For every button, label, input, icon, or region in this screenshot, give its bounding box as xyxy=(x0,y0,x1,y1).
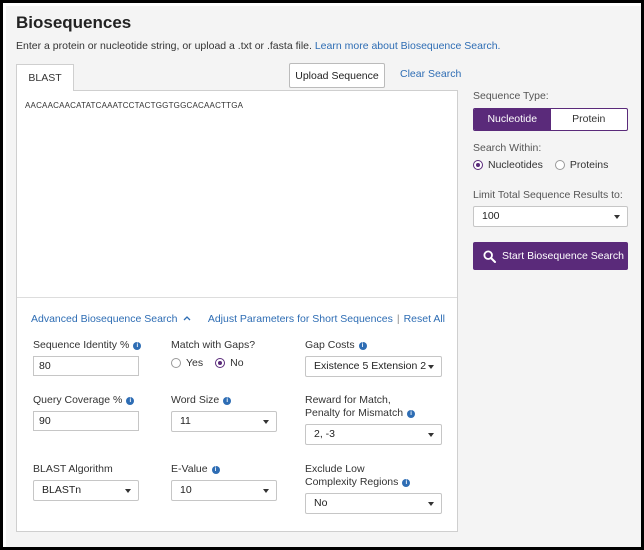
penalty-label-line2: Penalty for Mismatch xyxy=(305,407,404,419)
match-with-gaps-label: Match with Gaps? xyxy=(171,339,256,351)
blast-algorithm-value: BLASTn xyxy=(42,484,82,496)
chevron-down-icon xyxy=(428,365,434,369)
info-icon[interactable]: i xyxy=(211,466,220,474)
divider xyxy=(17,297,457,298)
exclude-label-line1: Exclude Low xyxy=(305,463,365,475)
reward-penalty-label: Reward for Match, Penalty for Mismatch i xyxy=(305,394,416,420)
adjust-parameters-link[interactable]: Adjust Parameters for Short Sequences xyxy=(208,313,393,325)
subtitle-text: Enter a protein or nucleotide string, or… xyxy=(16,40,312,52)
tab-blast[interactable]: BLAST xyxy=(16,64,74,91)
page-title: Biosequences xyxy=(16,13,132,32)
chevron-down-icon xyxy=(263,420,269,424)
radio-nucleotides[interactable] xyxy=(473,160,483,170)
info-icon[interactable]: i xyxy=(402,479,411,487)
advanced-search-toggle[interactable]: Advanced Biosequence Search xyxy=(31,313,191,325)
reset-all-link[interactable]: Reset All xyxy=(404,313,445,325)
query-coverage-input[interactable]: 90 xyxy=(33,411,139,431)
search-icon xyxy=(483,249,496,263)
info-icon[interactable]: i xyxy=(133,342,142,350)
blast-algorithm-select[interactable]: BLASTn xyxy=(33,480,139,501)
e-value-value: 10 xyxy=(180,484,192,496)
exclude-low-label: Exclude Low Complexity Regions i xyxy=(305,463,411,489)
blast-algorithm-label: BLAST Algorithm xyxy=(33,463,113,475)
sequence-type-label: Sequence Type: xyxy=(473,90,549,102)
sequence-identity-label-text: Sequence Identity % xyxy=(33,339,130,351)
info-icon[interactable]: i xyxy=(407,410,416,418)
info-icon[interactable]: i xyxy=(358,342,367,350)
radio-proteins-label: Proteins xyxy=(569,159,609,171)
info-icon[interactable]: i xyxy=(126,397,135,405)
e-value-label: E-Value i xyxy=(171,463,220,476)
reward-penalty-select[interactable]: 2, -3 xyxy=(305,424,442,445)
chevron-down-icon xyxy=(614,215,620,219)
reward-label-line1: Reward for Match, xyxy=(305,394,391,406)
gap-costs-label-text: Gap Costs xyxy=(305,339,355,351)
radio-no[interactable] xyxy=(215,358,226,368)
reward-penalty-value: 2, -3 xyxy=(314,428,336,440)
info-icon[interactable]: i xyxy=(223,397,232,405)
limit-results-label: Limit Total Sequence Results to: xyxy=(473,189,623,201)
page-subtitle: Enter a protein or nucleotide string, or… xyxy=(16,40,500,52)
exclude-low-select[interactable]: No xyxy=(305,493,442,514)
exclude-low-value: No xyxy=(314,497,328,509)
search-within-group: Nucleotides Proteins xyxy=(473,159,620,171)
clear-search-link[interactable]: Clear Search xyxy=(400,68,461,80)
chevron-down-icon xyxy=(263,489,269,493)
search-within-label: Search Within: xyxy=(473,142,542,154)
gap-costs-label: Gap Costs i xyxy=(305,339,367,352)
limit-results-value: 100 xyxy=(482,210,500,222)
chevron-up-icon xyxy=(183,316,191,321)
query-coverage-label-text: Query Coverage % xyxy=(33,394,123,406)
e-value-select[interactable]: 10 xyxy=(171,480,277,501)
sequence-input[interactable]: AACAACAACATATCAAATCCTACTGGTGGCACAACTTGA xyxy=(25,101,243,110)
chevron-down-icon xyxy=(125,489,131,493)
window-frame: Biosequences Enter a protein or nucleoti… xyxy=(0,0,644,550)
chevron-down-icon xyxy=(428,433,434,437)
gap-costs-select[interactable]: Existence 5 Extension 2 xyxy=(305,356,442,377)
exclude-label-line2: Complexity Regions xyxy=(305,476,399,488)
word-size-label: Word Size i xyxy=(171,394,232,407)
chevron-down-icon xyxy=(428,502,434,506)
e-value-label-text: E-Value xyxy=(171,463,208,475)
sequence-panel: AACAACAACATATCAAATCCTACTGGTGGCACAACTTGA … xyxy=(16,90,458,532)
start-search-button[interactable]: Start Biosequence Search xyxy=(473,242,628,270)
query-coverage-label: Query Coverage % i xyxy=(33,394,135,407)
start-search-label: Start Biosequence Search xyxy=(502,250,624,262)
radio-nucleotides-label: Nucleotides xyxy=(488,159,543,171)
advanced-actions: Adjust Parameters for Short Sequences | Re… xyxy=(208,313,445,325)
learn-more-link[interactable]: Learn more about Biosequence Search. xyxy=(315,40,501,52)
radio-no-label: No xyxy=(230,357,244,369)
word-size-value: 11 xyxy=(180,415,191,427)
toggle-nucleotide[interactable]: Nucleotide xyxy=(474,109,551,130)
sequence-identity-label: Sequence Identity % i xyxy=(33,339,142,352)
page-container: Biosequences Enter a protein or nucleoti… xyxy=(6,6,641,547)
match-with-gaps-group: Yes No xyxy=(171,357,256,369)
word-size-label-text: Word Size xyxy=(171,394,220,406)
radio-yes-label: Yes xyxy=(186,357,204,369)
advanced-search-label: Advanced Biosequence Search xyxy=(31,313,178,325)
limit-results-select[interactable]: 100 xyxy=(473,206,628,227)
word-size-select[interactable]: 11 xyxy=(171,411,277,432)
toggle-protein[interactable]: Protein xyxy=(551,109,628,130)
sequence-identity-input[interactable]: 80 xyxy=(33,356,139,376)
upload-sequence-button[interactable]: Upload Sequence xyxy=(289,63,385,88)
radio-yes[interactable] xyxy=(171,358,181,368)
gap-costs-value: Existence 5 Extension 2 xyxy=(314,360,427,372)
radio-proteins[interactable] xyxy=(554,160,565,170)
sequence-type-toggle: Nucleotide Protein xyxy=(473,108,628,131)
separator: | xyxy=(396,313,400,325)
